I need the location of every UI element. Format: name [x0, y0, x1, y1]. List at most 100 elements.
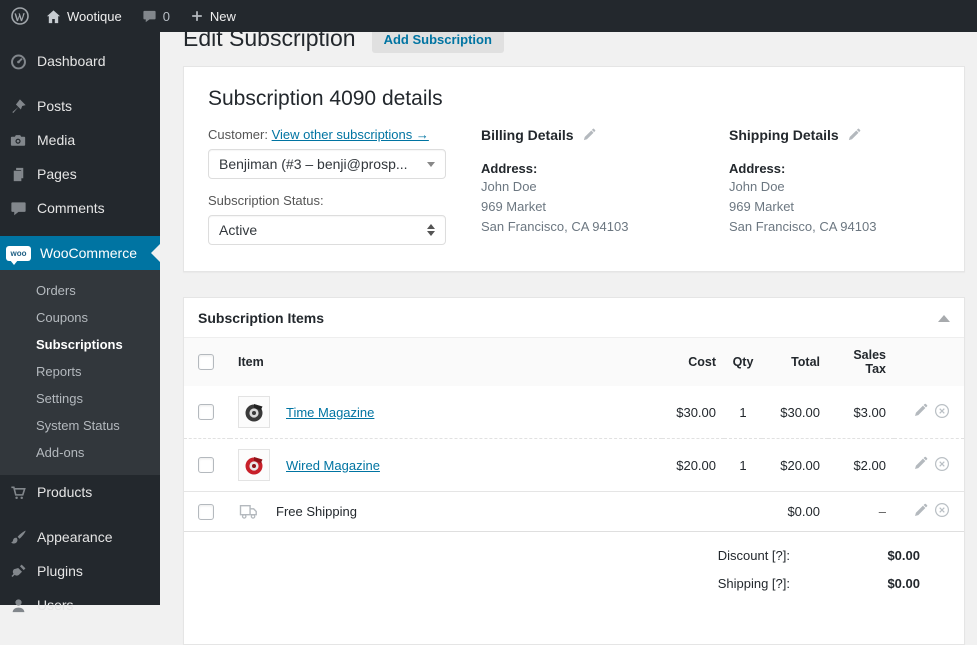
- sidebar-item-media[interactable]: Media: [0, 123, 160, 157]
- sidebar-subitem-subscriptions[interactable]: Subscriptions: [0, 331, 160, 358]
- shipping-row: Free Shipping $0.00 –: [184, 491, 964, 531]
- sidebar-item-plugins[interactable]: Plugins: [0, 554, 160, 588]
- sidebar-item-woocommerce[interactable]: woo WooCommerce: [0, 236, 160, 270]
- customer-select[interactable]: Benjiman (#3 – benji@prosp...: [208, 149, 446, 179]
- subscription-items-table: Item Cost Qty Total Sales Tax Time Magaz…: [184, 338, 964, 531]
- dashboard-icon: [11, 54, 26, 69]
- item-sales-tax: $2.00: [828, 438, 894, 492]
- admin-sidebar: Dashboard Posts Media Pages Comments woo…: [0, 32, 160, 613]
- wordpress-logo-icon: [11, 7, 29, 25]
- subscription-status-value: Active: [219, 222, 258, 238]
- billing-address-label: Address:: [481, 161, 538, 176]
- shipping-total: $0.00: [762, 491, 828, 531]
- sidebar-subitem-coupons[interactable]: Coupons: [0, 304, 160, 331]
- home-icon: [46, 9, 61, 23]
- item-link[interactable]: Wired Magazine: [286, 458, 380, 473]
- chevron-down-icon: [427, 161, 435, 167]
- customer-select-value: Benjiman (#3 – benji@prosp...: [219, 156, 408, 172]
- sidebar-subitem-settings[interactable]: Settings: [0, 385, 160, 412]
- sidebar-subitem-system-status[interactable]: System Status: [0, 412, 160, 439]
- shipping-details-column: Shipping Details Address: John Doe 969 M…: [729, 127, 940, 245]
- shipping-method-name: Free Shipping: [276, 503, 357, 519]
- item-sales-tax: $3.00: [853, 404, 886, 420]
- edit-pencil-icon[interactable]: [847, 128, 861, 142]
- delete-item-icon[interactable]: [934, 456, 950, 472]
- subscription-details-panel: Subscription 4090 details Customer: View…: [183, 66, 965, 272]
- select-all-checkbox[interactable]: [198, 354, 214, 370]
- column-header-total: Total: [791, 355, 820, 369]
- plug-icon: [11, 564, 26, 577]
- billing-address-line: San Francisco, CA 94103: [481, 219, 629, 234]
- shipping-address-label: Address:: [729, 161, 786, 176]
- wordpress-logo-icon[interactable]: [0, 0, 36, 32]
- shipping-details-heading: Shipping Details: [729, 127, 839, 143]
- shipping-sales-tax: –: [828, 491, 894, 531]
- row-checkbox[interactable]: [198, 457, 214, 474]
- subscription-items-panel: Subscription Items Item Cost Qty Total S…: [183, 297, 965, 645]
- delete-item-icon[interactable]: [934, 403, 950, 419]
- item-cost: $20.00: [662, 438, 724, 492]
- woocommerce-submenu: Orders Coupons Subscriptions Reports Set…: [0, 270, 160, 475]
- sidebar-item-label: WooCommerce: [40, 245, 137, 261]
- edit-pencil-icon[interactable]: [913, 403, 928, 418]
- billing-address-line: John Doe: [481, 179, 537, 194]
- sidebar-item-comments[interactable]: Comments: [0, 191, 160, 225]
- billing-address-line: 969 Market: [481, 199, 547, 214]
- shipping-total-row: Shipping [?]: $0.00: [184, 576, 920, 591]
- new-label: New: [209, 8, 236, 24]
- item-total: $20.00: [762, 438, 828, 492]
- row-checkbox[interactable]: [198, 503, 214, 520]
- sidebar-subitem-add-ons[interactable]: Add-ons: [0, 439, 160, 466]
- table-row: Time Magazine $30.00 1 $30.00 $3.00: [184, 386, 964, 439]
- table-header-row: Item Cost Qty Total Sales Tax: [184, 338, 964, 386]
- subscription-items-heading: Subscription Items: [198, 310, 325, 326]
- discount-label: Discount [?]:: [717, 547, 790, 563]
- collapse-panel-icon[interactable]: [938, 314, 950, 322]
- customer-label: Customer:: [208, 127, 268, 142]
- wired-magazine-thumbnail: [238, 449, 270, 481]
- sidebar-item-products[interactable]: Products: [0, 475, 160, 509]
- brush-icon: [11, 530, 26, 543]
- sidebar-item-appearance[interactable]: Appearance: [0, 520, 160, 554]
- shipping-address-line: San Francisco, CA 94103: [729, 219, 877, 234]
- sidebar-item-label: Plugins: [37, 563, 83, 579]
- column-header-sales-tax: Sales Tax: [853, 348, 886, 376]
- sidebar-subitem-orders[interactable]: Orders: [0, 277, 160, 304]
- billing-details-column: Billing Details Address: John Doe 969 Ma…: [481, 127, 729, 245]
- select-stepper-icon: [427, 224, 435, 236]
- woocommerce-icon: woo: [6, 245, 31, 265]
- billing-details-heading: Billing Details: [481, 127, 574, 143]
- delete-item-icon[interactable]: [934, 502, 950, 518]
- row-checkbox[interactable]: [198, 404, 214, 421]
- sidebar-item-label: Pages: [37, 166, 77, 182]
- comments-count: 0: [162, 8, 170, 24]
- edit-pencil-icon[interactable]: [913, 456, 928, 471]
- order-data-column: Customer: View other subscriptions → Ben…: [208, 127, 481, 245]
- shipping-address-line: John Doe: [729, 179, 785, 194]
- truck-icon: [239, 504, 257, 519]
- site-name-label: Wootique: [67, 8, 122, 24]
- edit-pencil-icon[interactable]: [582, 128, 596, 142]
- edit-pencil-icon[interactable]: [913, 503, 928, 518]
- column-header-qty: Qty: [732, 355, 754, 369]
- admin-bar-comments[interactable]: 0: [132, 0, 180, 32]
- camera-icon: [10, 134, 26, 146]
- admin-bar: Wootique 0 New: [0, 0, 977, 32]
- sidebar-subitem-reports[interactable]: Reports: [0, 358, 160, 385]
- subscription-status-select[interactable]: Active: [208, 215, 446, 245]
- site-name-menu[interactable]: Wootique: [36, 0, 132, 32]
- subscription-status-label: Subscription Status:: [208, 193, 324, 208]
- discount-total-row: Discount [?]: $0.00: [184, 548, 920, 563]
- order-totals: Discount [?]: $0.00 Shipping [?]: $0.00: [184, 530, 964, 591]
- cart-icon: [11, 485, 26, 499]
- item-link[interactable]: Time Magazine: [286, 405, 374, 420]
- discount-value: $0.00: [887, 547, 920, 563]
- admin-bar-new-menu[interactable]: New: [180, 0, 246, 32]
- time-magazine-thumbnail: [238, 396, 270, 428]
- view-other-subscriptions-link[interactable]: View other subscriptions →: [272, 127, 429, 142]
- sidebar-item-posts[interactable]: Posts: [0, 89, 160, 123]
- sidebar-item-pages[interactable]: Pages: [0, 157, 160, 191]
- sidebar-item-dashboard[interactable]: Dashboard: [0, 44, 160, 78]
- item-qty: 1: [724, 438, 762, 492]
- item-cost: $30.00: [676, 404, 716, 420]
